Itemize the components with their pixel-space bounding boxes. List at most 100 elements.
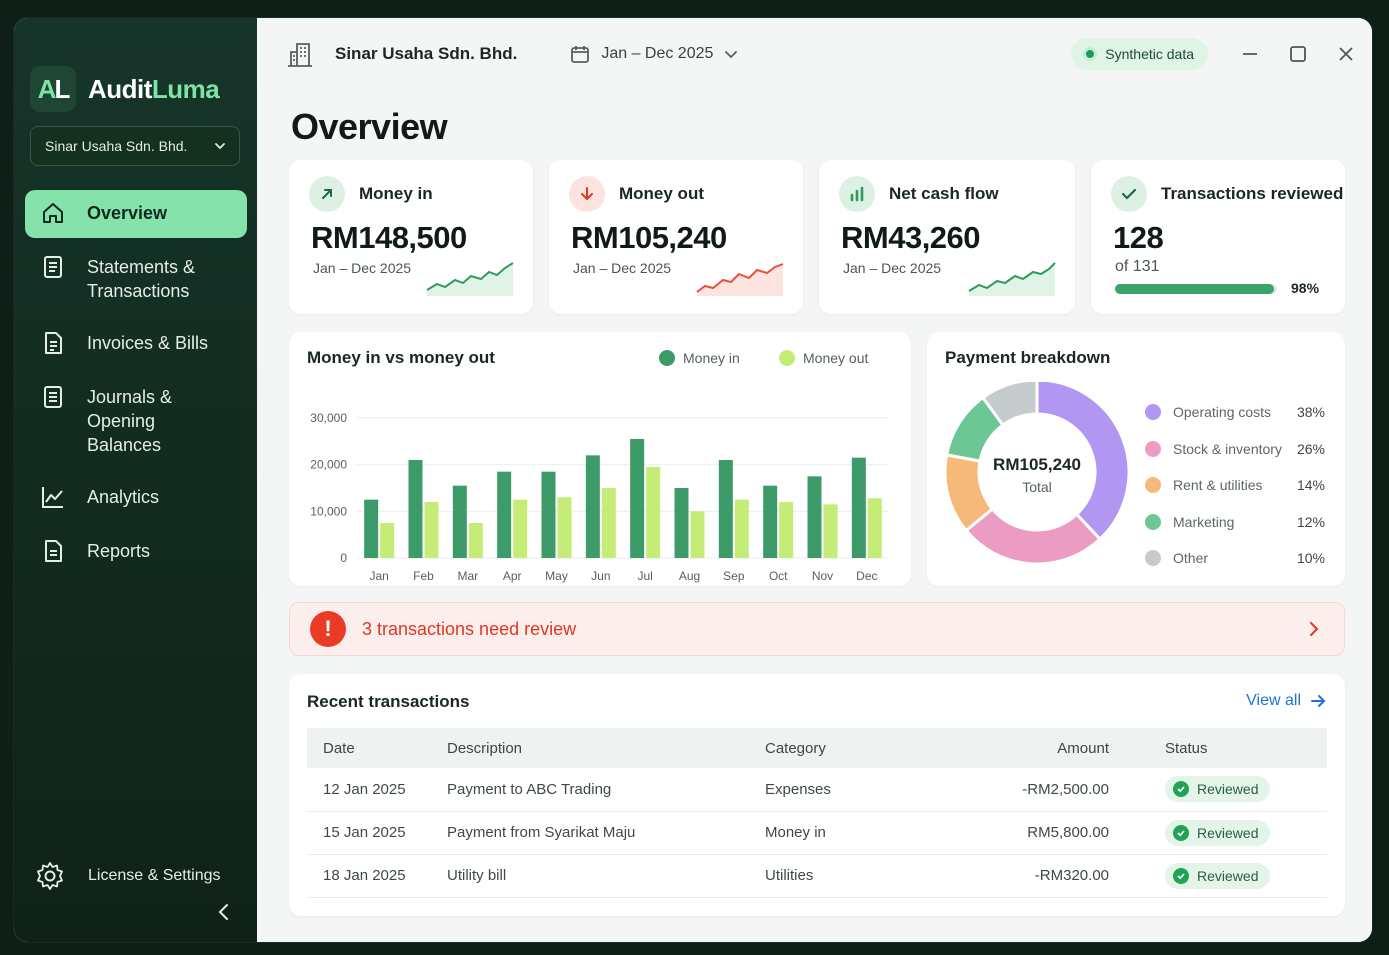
check-circle-icon [1173, 867, 1189, 884]
bar-money-out[interactable] [690, 511, 705, 558]
legend-item: Stock & inventory 26% [1145, 431, 1325, 468]
gear-icon [37, 862, 63, 890]
bar-money-in[interactable] [851, 457, 866, 558]
x-tick-label: Jul [637, 569, 652, 583]
line-chart-icon [42, 487, 63, 508]
bar-money-out[interactable] [867, 498, 882, 558]
sidebar-item-journals[interactable]: Journals & Opening Balances [25, 374, 247, 468]
column-header: Status [1165, 739, 1208, 757]
invoice-icon [45, 332, 62, 354]
bar-money-in[interactable] [541, 471, 556, 558]
close-icon[interactable] [1334, 42, 1358, 66]
x-tick-label: Oct [769, 569, 788, 583]
sidebar-item-statements[interactable]: Statements & Transactions [25, 244, 247, 314]
cell-category: Money in [749, 811, 969, 855]
collapse-sidebar-icon[interactable] [212, 900, 236, 924]
logo-mark-icon: AL [30, 66, 76, 112]
table-row[interactable]: 18 Jan 2025 Utility bill Utilities -RM32… [307, 854, 1327, 898]
payment-legend: Operating costs 38% Stock & inventory 26% Re… [1145, 394, 1325, 577]
bar-money-out[interactable] [823, 504, 838, 558]
bar-money-in[interactable] [585, 455, 600, 558]
sidebar-item-label: Reports [87, 541, 151, 561]
y-tick-label: 30,000 [310, 411, 347, 425]
arrow-up-right-icon [309, 176, 345, 212]
kpi-period: Jan – Dec 2025 [573, 260, 672, 276]
donut-slice[interactable] [963, 506, 1103, 566]
sidebar-nav: Overview Statements & Transactions Invoi… [25, 190, 247, 582]
bar-money-in[interactable] [452, 485, 467, 558]
kpi-money-out[interactable]: Money out RM105,240 Jan – Dec 2025 [549, 160, 803, 314]
view-all-link[interactable]: View all [1246, 692, 1327, 710]
license-settings-link[interactable]: License & Settings [34, 860, 221, 892]
x-tick-label: Mar [457, 569, 478, 583]
sidebar-item-label: Journals & Opening Balances [87, 387, 173, 455]
status-dot-icon [1083, 47, 1098, 61]
kpi-money-in[interactable]: Money in RM148,500 Jan – Dec 2025 [289, 160, 533, 314]
chart-title: Payment breakdown [945, 348, 1111, 367]
x-tick-label: Feb [413, 569, 434, 583]
company-select-value: Sinar Usaha Sdn. Bhd. [45, 138, 188, 154]
review-alert[interactable]: ! 3 transactions need review [289, 602, 1345, 656]
table-header-row: Date Description Category Amount Status [307, 728, 1327, 768]
kpi-of-total: of 131 [1115, 258, 1160, 275]
sidebar-item-label: Statements & Transactions [87, 257, 196, 301]
report-icon [45, 540, 62, 562]
legend-label: Rent & utilities [1173, 477, 1263, 494]
bar-money-in[interactable] [408, 460, 423, 558]
chevron-right-icon [1310, 622, 1319, 636]
home-icon [43, 203, 63, 223]
section-title: Recent transactions [307, 692, 470, 711]
x-tick-label: Nov [812, 569, 833, 583]
sidebar-item-label: Analytics [87, 487, 160, 507]
table-row[interactable]: 12 Jan 2025 Payment to ABC Trading Expen… [307, 768, 1327, 812]
maximize-icon[interactable] [1286, 42, 1310, 66]
sidebar-item-label: Invoices & Bills [87, 333, 209, 353]
status-badge: Reviewed [1165, 862, 1271, 889]
sidebar-item-analytics[interactable]: Analytics [25, 474, 247, 522]
kpi-transactions-reviewed[interactable]: Transactions reviewed 128 of 131 98% [1091, 160, 1345, 314]
bar-money-in[interactable] [364, 499, 379, 558]
check-icon [1111, 176, 1147, 212]
sidebar-item-overview[interactable]: Overview [25, 190, 247, 238]
table-row[interactable]: 15 Jan 2025 Payment from Syarikat Maju M… [307, 811, 1327, 855]
cell-description: Payment to ABC Trading [431, 768, 749, 812]
bar-money-in[interactable] [763, 485, 778, 558]
bar-money-in[interactable] [674, 488, 689, 558]
bar-money-out[interactable] [468, 523, 483, 558]
bar-money-out[interactable] [513, 499, 528, 558]
cell-status: Reviewed [1149, 854, 1327, 898]
legend-percent: 26% [1296, 440, 1325, 457]
company-name: Sinar Usaha Sdn. Bhd. [335, 44, 518, 63]
sidebar-item-invoices[interactable]: Invoices & Bills [25, 320, 247, 368]
kpi-header: Money out [569, 176, 704, 212]
x-tick-label: May [545, 569, 568, 583]
arrow-down-icon [569, 176, 605, 212]
column-header: Category [765, 739, 826, 757]
bar-money-out[interactable] [601, 488, 616, 558]
company-select[interactable]: Sinar Usaha Sdn. Bhd. [30, 126, 240, 166]
y-tick-label: 10,000 [310, 504, 347, 518]
cell-description: Payment from Syarikat Maju [431, 811, 749, 855]
kpi-label: Money in [359, 184, 433, 203]
review-progress-bar [1115, 284, 1277, 294]
date-range-picker[interactable]: Jan – Dec 2025 [569, 43, 739, 65]
bar-money-in[interactable] [630, 439, 645, 558]
bar-money-out[interactable] [779, 502, 794, 558]
sidebar-item-reports[interactable]: Reports [25, 528, 247, 576]
minimize-icon[interactable] [1238, 42, 1262, 66]
legend-item: Marketing 12% [1145, 504, 1325, 541]
bar-money-in[interactable] [718, 460, 733, 558]
bar-money-out[interactable] [557, 497, 572, 558]
kpi-net-cash-flow[interactable]: Net cash flow RM43,260 Jan – Dec 2025 [819, 160, 1075, 314]
app-window: AL AuditLuma Sinar Usaha Sdn. Bhd. Overv… [14, 18, 1372, 942]
page-title: Overview [291, 106, 448, 147]
bar-money-out[interactable] [380, 523, 395, 558]
bar-money-out[interactable] [646, 467, 661, 558]
bar-money-out[interactable] [424, 502, 439, 558]
legend-label: Stock & inventory [1173, 440, 1282, 457]
bar-money-out[interactable] [734, 499, 749, 558]
bar-money-in[interactable] [807, 476, 822, 558]
kpi-period: Jan – Dec 2025 [313, 260, 412, 276]
sparkline-net-cash [968, 262, 1056, 296]
bar-money-in[interactable] [497, 471, 512, 558]
